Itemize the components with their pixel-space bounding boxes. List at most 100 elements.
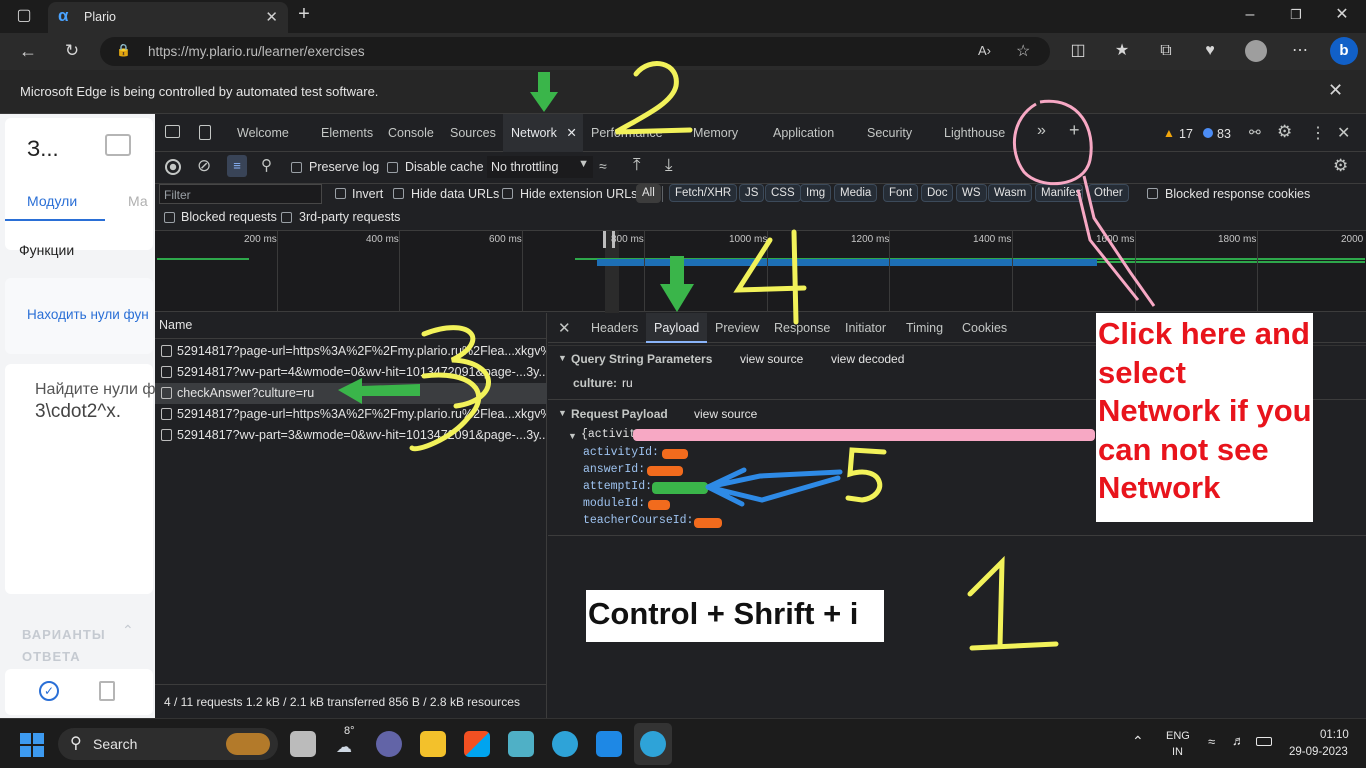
- tab-performance[interactable]: Performance: [591, 114, 663, 152]
- invert-checkbox[interactable]: [335, 188, 346, 199]
- close-devtools-icon[interactable]: ✕: [1337, 123, 1350, 143]
- tab-sources[interactable]: Sources: [450, 114, 496, 152]
- query-view-decoded[interactable]: view decoded: [831, 352, 904, 366]
- health-icon[interactable]: ♥: [1198, 41, 1222, 61]
- chevron-up-icon[interactable]: ⌃: [122, 622, 134, 639]
- network-conditions-icon[interactable]: ≈: [599, 158, 607, 174]
- hide-extension-urls-checkbox[interactable]: [502, 188, 513, 199]
- favorites-icon[interactable]: ★: [1110, 41, 1134, 61]
- tab-welcome[interactable]: Welcome: [237, 114, 289, 152]
- tab-materials[interactable]: Ма: [128, 193, 148, 209]
- close-infobar-icon[interactable]: ✕: [1328, 80, 1343, 101]
- file-explorer-icon[interactable]: [420, 731, 446, 757]
- details-tab-headers[interactable]: Headers: [591, 313, 638, 343]
- weather-widget[interactable]: ☁ 8°: [334, 725, 362, 759]
- details-tab-initiator[interactable]: Initiator: [845, 313, 886, 343]
- more-menu-icon[interactable]: ⋯: [1288, 41, 1312, 61]
- tab-elements[interactable]: Elements: [321, 114, 373, 152]
- task-view-icon[interactable]: [290, 731, 316, 757]
- profile-avatar[interactable]: [1245, 40, 1267, 62]
- request-row[interactable]: 52914817?page-url=https%3A%2F%2Fmy.plari…: [161, 404, 546, 425]
- filter-type-wasm[interactable]: Wasm: [988, 184, 1033, 202]
- request-row[interactable]: 52914817?wv-part=4&wmode=0&wv-hit=101347…: [161, 362, 546, 383]
- split-screen-icon[interactable]: ◫: [1066, 41, 1090, 61]
- record-icon[interactable]: [165, 159, 181, 175]
- teams-icon[interactable]: [376, 731, 402, 757]
- close-network-tab-icon[interactable]: ✕: [566, 126, 576, 140]
- close-tab-icon[interactable]: ✕: [265, 8, 278, 26]
- close-window-icon[interactable]: ✕: [1330, 5, 1354, 25]
- import-har-icon[interactable]: ⤒: [633, 155, 641, 175]
- disable-cache-checkbox[interactable]: [387, 162, 398, 173]
- filter-input[interactable]: Filter: [159, 184, 322, 204]
- request-row[interactable]: 52914817?wv-part=3&wmode=0&wv-hit=101347…: [161, 425, 546, 446]
- topic-link[interactable]: Находить нули фун: [27, 307, 149, 322]
- language-top[interactable]: ENG: [1166, 730, 1190, 742]
- edge-icon[interactable]: [552, 731, 578, 757]
- tab-actions-icon[interactable]: ▢: [12, 6, 36, 26]
- filter-type-font[interactable]: Font: [883, 184, 919, 202]
- details-tab-preview[interactable]: Preview: [715, 313, 759, 343]
- preserve-log-checkbox[interactable]: [291, 162, 302, 173]
- restore-icon[interactable]: ❐: [1284, 5, 1308, 25]
- customize-icon[interactable]: ⚯: [1249, 124, 1261, 141]
- tab-console[interactable]: Console: [388, 114, 434, 152]
- clock-time[interactable]: 01:10: [1320, 729, 1349, 741]
- check-circle-icon[interactable]: ✓: [39, 681, 59, 701]
- throttling-select[interactable]: No throttling ▼: [487, 156, 593, 178]
- tab-modules[interactable]: Модули: [27, 193, 77, 209]
- blocked-requests-checkbox[interactable]: [164, 212, 175, 223]
- settings-gear-icon[interactable]: ⚙: [1277, 122, 1292, 142]
- query-view-source[interactable]: view source: [740, 352, 803, 366]
- triangle-down-icon[interactable]: ▼: [568, 431, 577, 441]
- chat-icon[interactable]: [105, 134, 131, 156]
- back-icon[interactable]: ←: [16, 41, 40, 61]
- wifi-icon[interactable]: ≈: [1208, 734, 1215, 749]
- favorite-star-icon[interactable]: ☆: [1016, 41, 1030, 61]
- app-icon[interactable]: [508, 731, 534, 757]
- details-tab-cookies[interactable]: Cookies: [962, 313, 1007, 343]
- filter-type-img[interactable]: Img: [800, 184, 832, 202]
- details-tab-response[interactable]: Response: [774, 313, 830, 343]
- request-row-selected[interactable]: checkAnswer?culture=ru: [155, 383, 547, 404]
- network-settings-icon[interactable]: ⚙: [1333, 156, 1348, 176]
- taskbar-search[interactable]: ⚲ Search: [58, 728, 278, 760]
- details-tab-payload[interactable]: Payload: [646, 313, 708, 343]
- filter-type-css[interactable]: CSS: [765, 184, 801, 202]
- messages-count[interactable]: 83: [1217, 127, 1231, 141]
- tab-memory[interactable]: Memory: [693, 114, 738, 152]
- topic-link-card[interactable]: Находить нули фун: [5, 278, 153, 354]
- vscode-icon[interactable]: [596, 731, 622, 757]
- filter-type-fetch-xhr[interactable]: Fetch/XHR: [669, 184, 738, 202]
- warnings-count[interactable]: 17: [1179, 127, 1193, 141]
- details-tab-timing[interactable]: Timing: [906, 313, 943, 343]
- device-toolbar-icon[interactable]: [199, 125, 211, 140]
- volume-icon[interactable]: ♬: [1232, 733, 1245, 748]
- read-aloud-icon[interactable]: A›: [978, 43, 991, 58]
- language-bottom[interactable]: IN: [1172, 746, 1183, 758]
- filter-type-js[interactable]: JS: [739, 184, 765, 202]
- inspect-element-icon[interactable]: [165, 125, 180, 138]
- minimize-icon[interactable]: –: [1238, 5, 1262, 25]
- tab-network[interactable]: Network ✕: [503, 114, 583, 152]
- address-bar[interactable]: 🔒 https://my.plario.ru/learner/exercises…: [100, 37, 1050, 66]
- blocked-response-cookies-checkbox[interactable]: [1147, 188, 1158, 199]
- close-details-icon[interactable]: ✕: [558, 319, 571, 337]
- hide-data-urls-checkbox[interactable]: [393, 188, 404, 199]
- filter-type-doc[interactable]: Doc: [921, 184, 954, 202]
- collections-icon[interactable]: ⧉: [1154, 41, 1178, 61]
- filter-type-all[interactable]: All: [636, 184, 661, 203]
- start-button[interactable]: [20, 733, 44, 757]
- edge-active-icon[interactable]: [634, 723, 672, 765]
- clear-icon[interactable]: ⊘: [197, 156, 211, 176]
- request-row[interactable]: 52914817?page-url=https%3A%2F%2Fmy.plari…: [161, 341, 546, 362]
- more-tabs-icon[interactable]: »: [1037, 122, 1046, 140]
- filter-type-media[interactable]: Media: [834, 184, 878, 202]
- store-icon[interactable]: [464, 731, 490, 757]
- tab-application[interactable]: Application: [773, 114, 834, 152]
- requests-header[interactable]: Name: [155, 313, 547, 339]
- filter-type-other[interactable]: Other: [1088, 184, 1129, 202]
- filter-icon[interactable]: ≡: [227, 155, 247, 177]
- devtools-menu-icon[interactable]: ⋮: [1310, 123, 1326, 143]
- search-icon[interactable]: ⚲: [261, 156, 272, 174]
